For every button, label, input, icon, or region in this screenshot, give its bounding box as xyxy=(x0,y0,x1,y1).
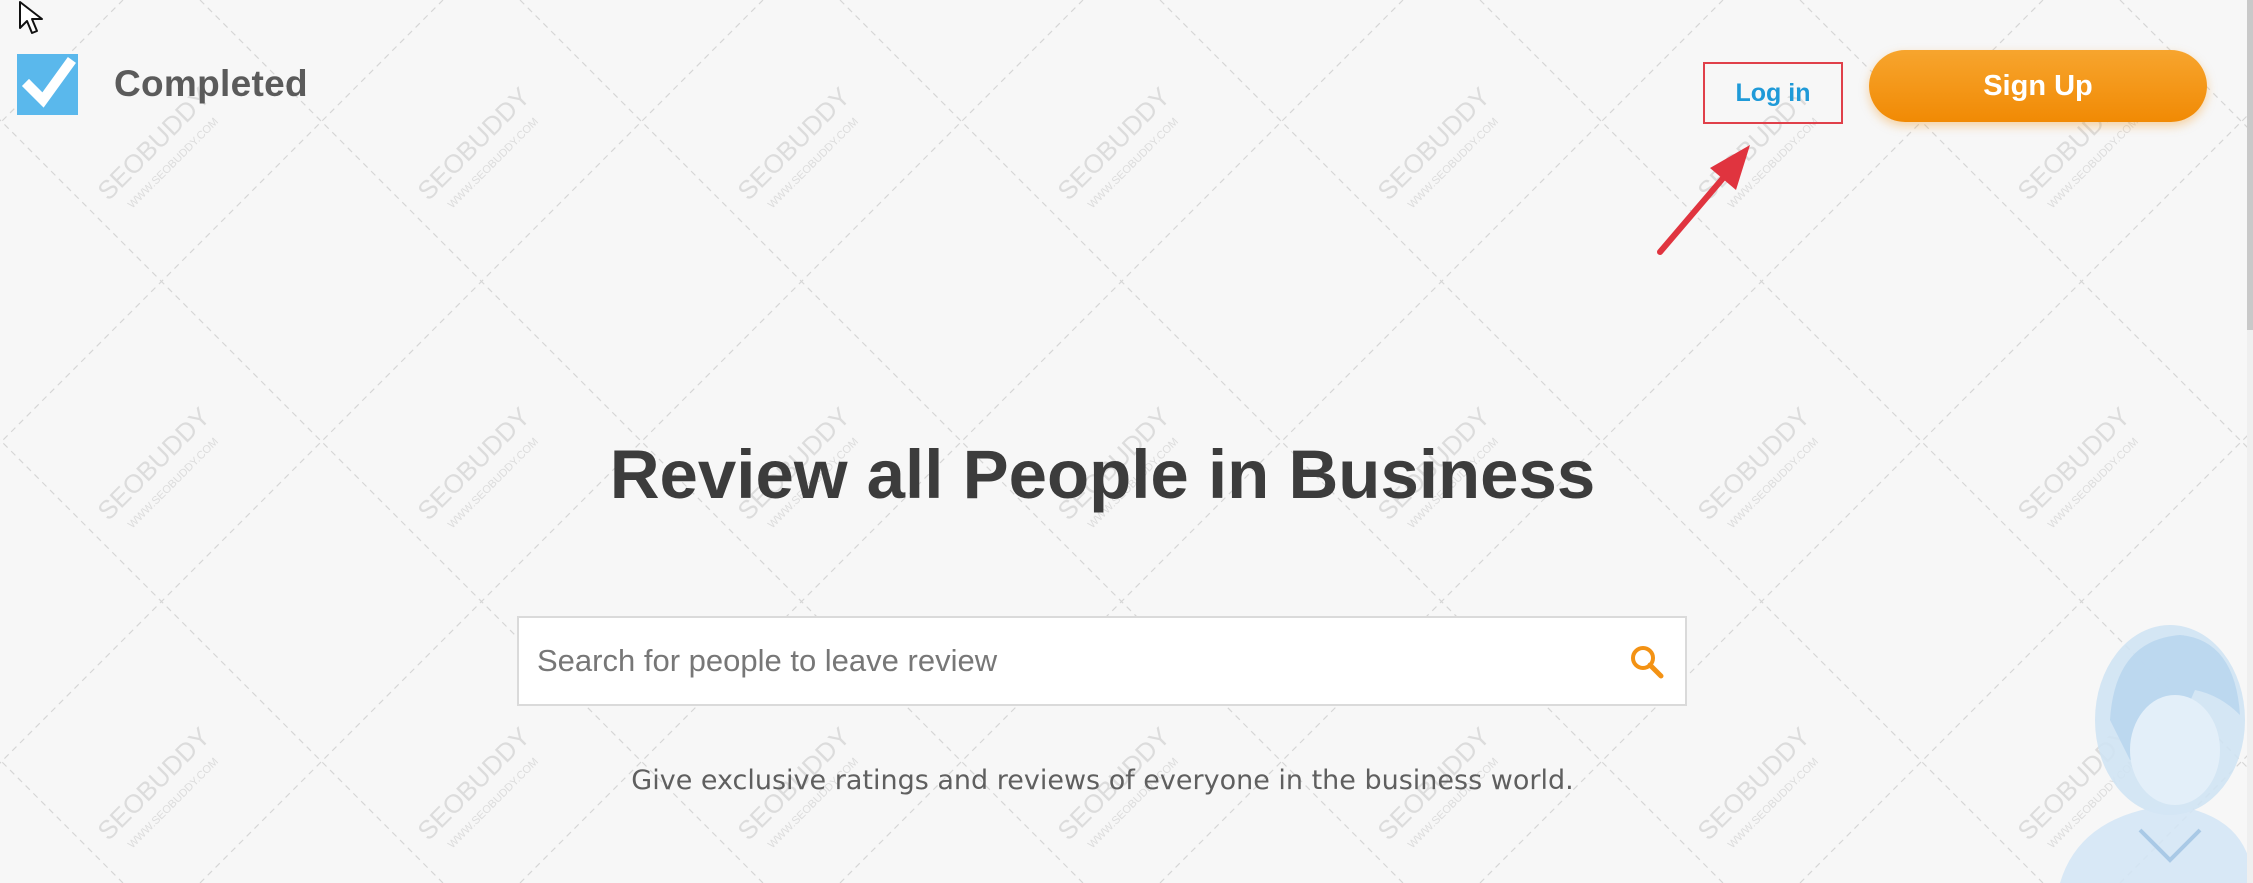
scrollbar-thumb[interactable] xyxy=(2247,0,2253,330)
svg-text:SEOBUDDY: SEOBUDDY xyxy=(731,81,855,205)
page-scrollbar[interactable] xyxy=(2247,0,2253,883)
svg-text:WWW.SEOBUDDY.COM: WWW.SEOBUDDY.COM xyxy=(1406,116,1501,211)
brand-name: Completed xyxy=(114,62,308,104)
mouse-cursor-icon xyxy=(19,1,43,34)
svg-text:WWW.SEOBUDDY.COM: WWW.SEOBUDDY.COM xyxy=(766,116,861,211)
search-icon[interactable] xyxy=(1629,644,1665,680)
annotation-arrow-icon xyxy=(1657,145,1750,255)
hero-subtitle: Give exclusive ratings and reviews of ev… xyxy=(631,765,1574,796)
hero-title: Review all People in Business xyxy=(609,436,1596,513)
watermark-tile: SEOBUDDYWWW.SEOBUDDY.COM xyxy=(1371,81,1501,211)
watermark-tile: SEOBUDDYWWW.SEOBUDDY.COM xyxy=(411,81,541,211)
svg-text:SEOBUDDY: SEOBUDDY xyxy=(411,81,535,205)
svg-text:SEOBUDDY: SEOBUDDY xyxy=(1371,81,1495,205)
search-input[interactable] xyxy=(519,618,1599,704)
checkbox-check-icon xyxy=(17,54,78,115)
svg-text:WWW.SEOBUDDY.COM: WWW.SEOBUDDY.COM xyxy=(1086,116,1181,211)
svg-text:WWW.SEOBUDDY.COM: WWW.SEOBUDDY.COM xyxy=(446,116,541,211)
svg-text:WWW.SEOBUDDY.COM: WWW.SEOBUDDY.COM xyxy=(126,116,221,211)
svg-text:SEOBUDDY: SEOBUDDY xyxy=(1051,81,1175,205)
watermark-tile: SEOBUDDYWWW.SEOBUDDY.COM xyxy=(1051,81,1181,211)
watermark-tile: SEOBUDDYWWW.SEOBUDDY.COM xyxy=(731,81,861,211)
login-link[interactable]: Log in xyxy=(1703,62,1843,124)
search-box xyxy=(517,616,1687,706)
brand[interactable]: Completed xyxy=(17,54,308,115)
chat-assistant-avatar-icon[interactable] xyxy=(2020,600,2253,883)
svg-text:WWW.SEOBUDDY.COM: WWW.SEOBUDDY.COM xyxy=(2046,116,2141,211)
signup-button[interactable]: Sign Up xyxy=(1869,50,2207,122)
